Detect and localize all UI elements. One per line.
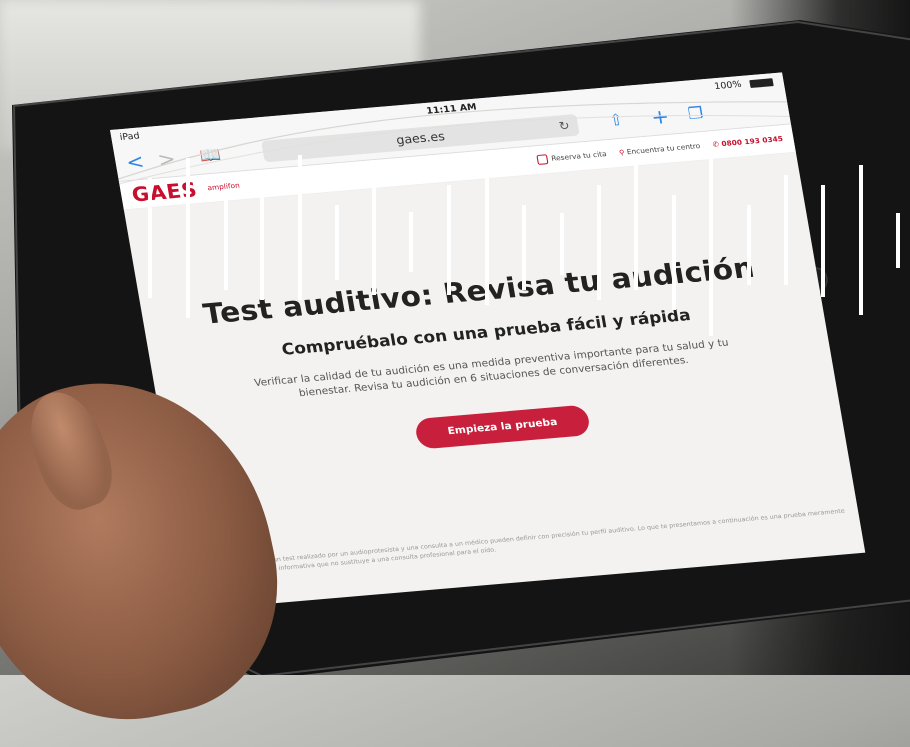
phone-icon: ✆	[712, 140, 720, 149]
start-test-button[interactable]: Empieza la prueba	[413, 404, 592, 450]
calendar-icon	[536, 154, 550, 165]
book-appointment-label: Reserva tu cita	[550, 150, 608, 163]
amplifon-logo: amplifon	[206, 181, 241, 193]
location-pin-icon: ⚲	[618, 148, 626, 157]
phone-number: 0800 193 0345	[720, 135, 784, 149]
